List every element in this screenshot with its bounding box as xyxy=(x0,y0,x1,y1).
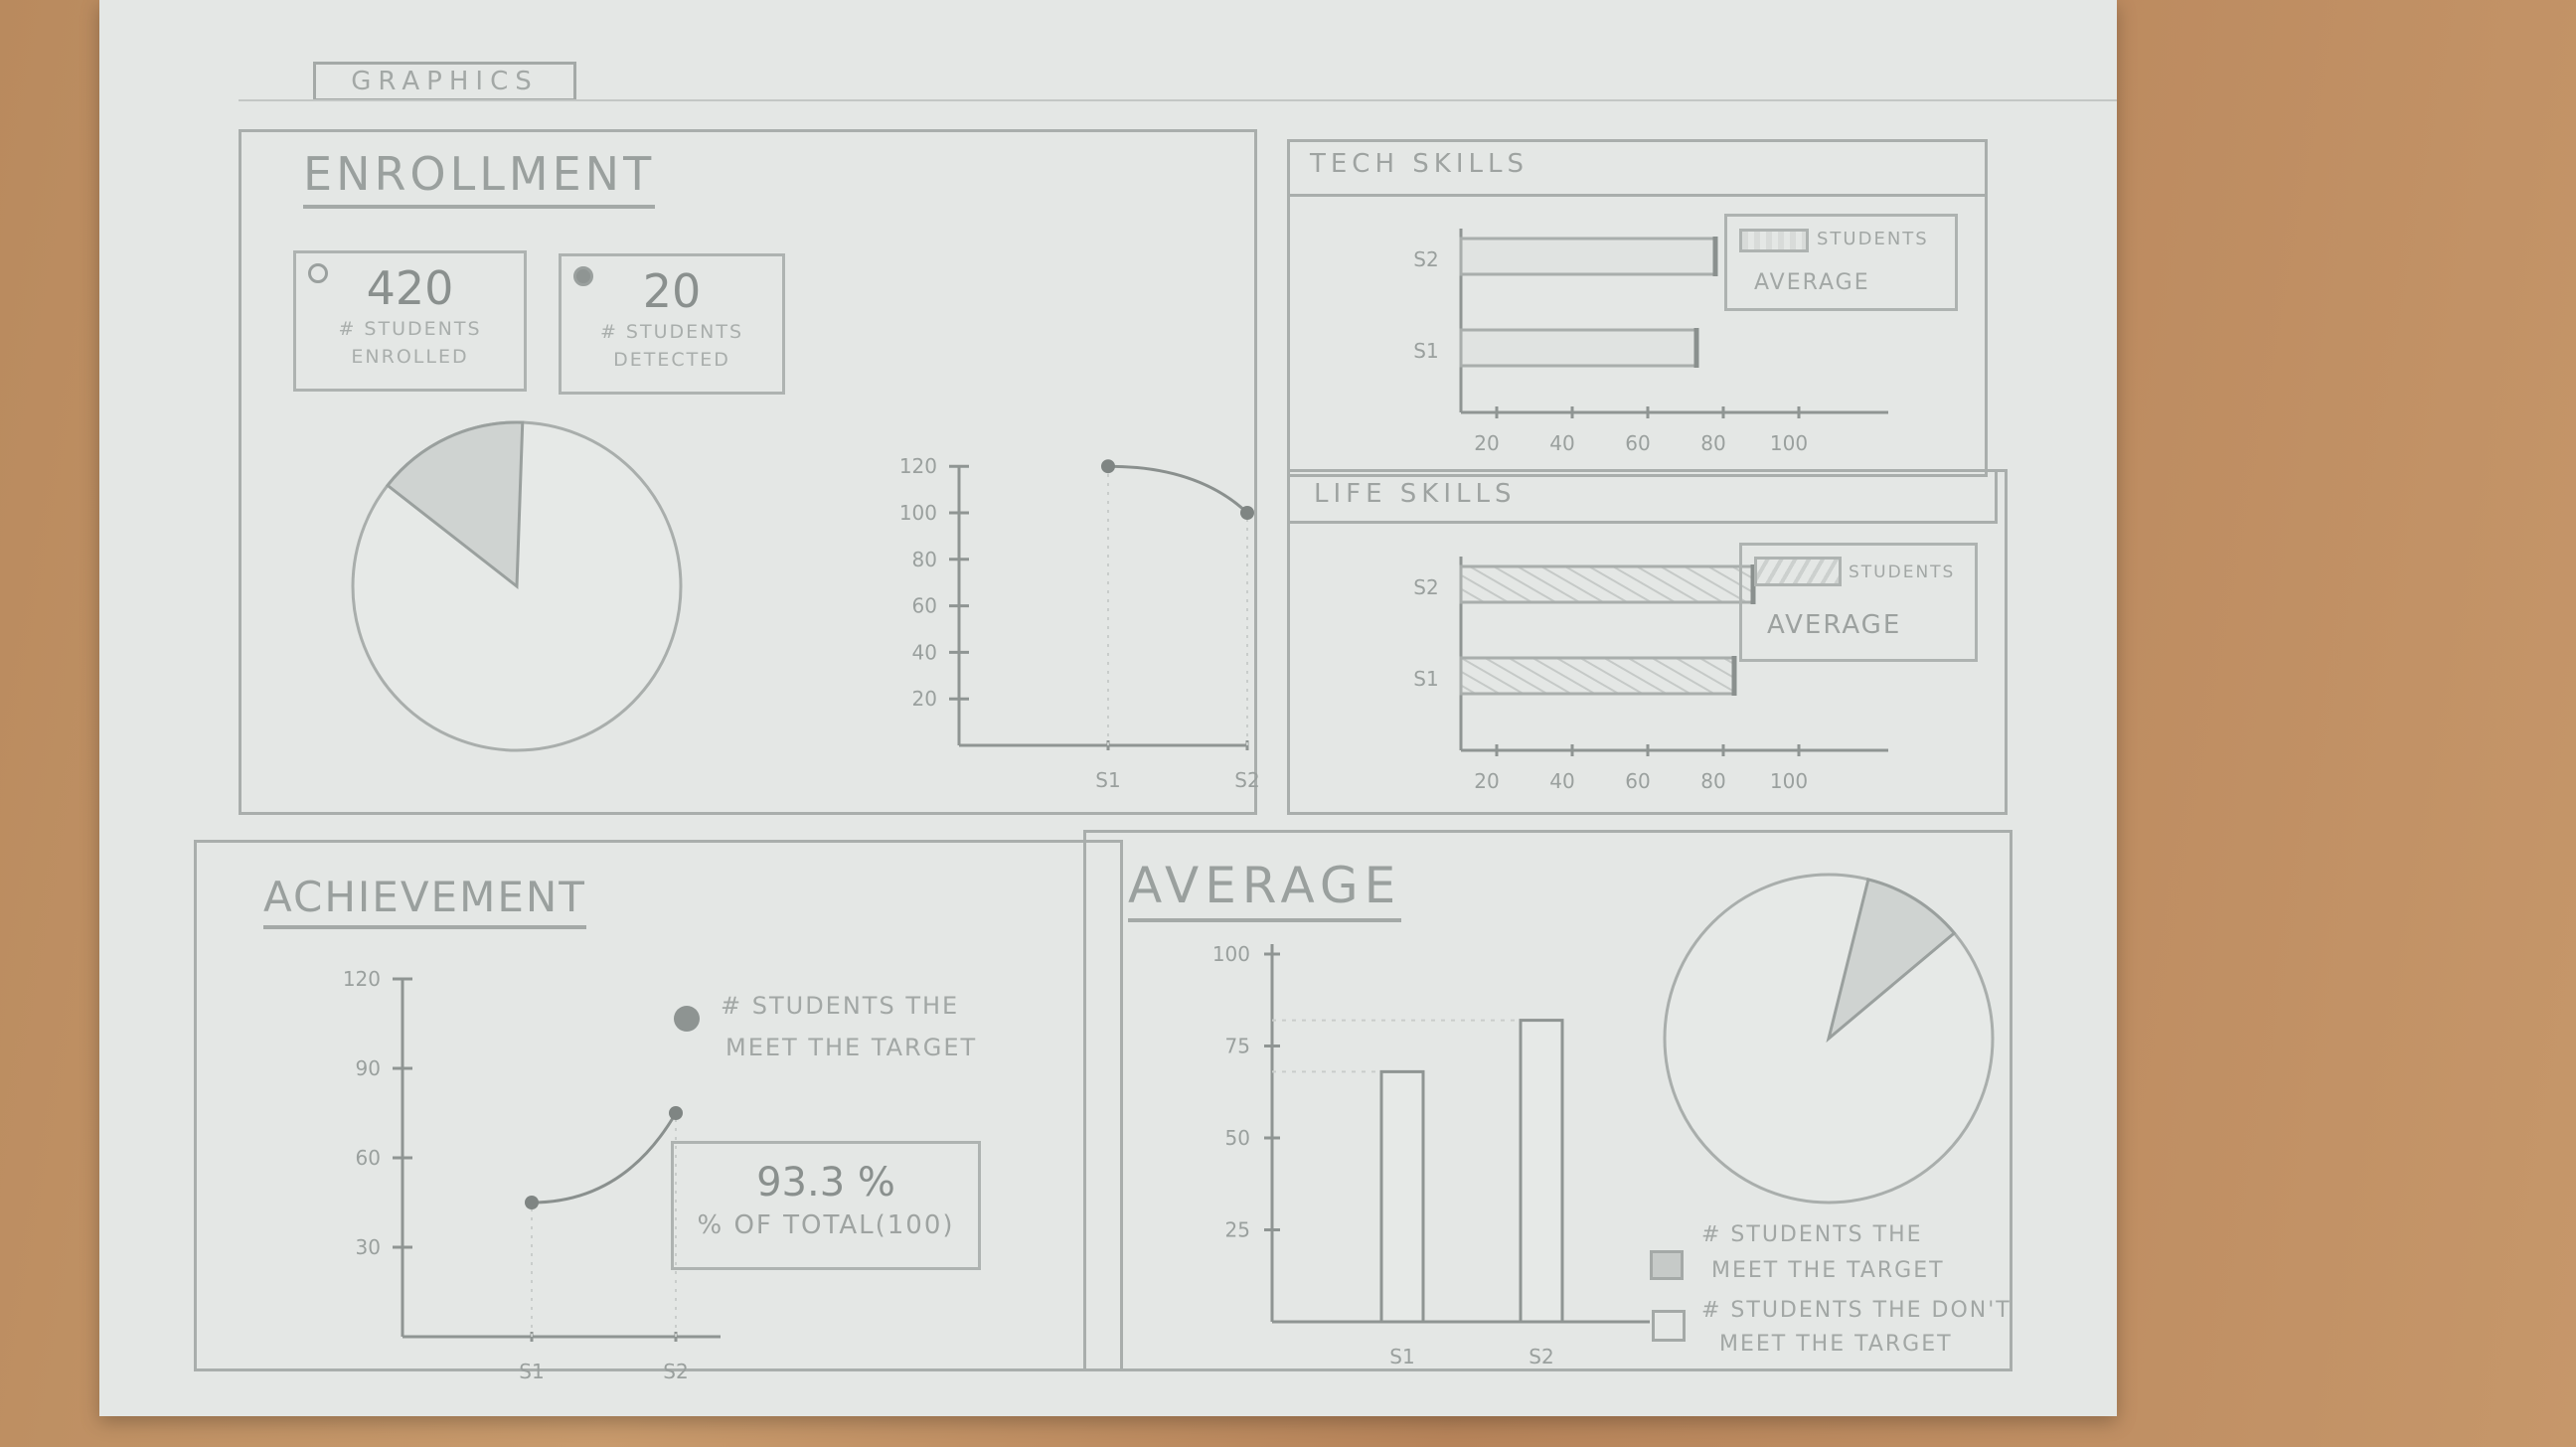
tech-bar-bar xyxy=(1459,328,1698,368)
life-bar-bar xyxy=(1459,564,1755,604)
avg-bar-x-tick-label: S2 xyxy=(1529,1345,1553,1368)
enrollment-line-x-tick-label: S2 xyxy=(1234,768,1259,792)
enrollment-line-point xyxy=(1240,506,1254,520)
life-legend-label-2: AVERAGE xyxy=(1767,610,1902,640)
avg-bar-y-tick-label: 25 xyxy=(1225,1218,1250,1242)
achievement-line-y-tick-label: 120 xyxy=(343,967,381,991)
enrollment-line-y-tick-label: 80 xyxy=(912,548,937,571)
legend-meet-label-2: MEET THE TARGET xyxy=(1711,1258,1945,1283)
achievement-line-y-tick-label: 60 xyxy=(356,1146,381,1170)
average-pie-chart xyxy=(1663,873,1995,1205)
achievement-line-y-tick-label: 30 xyxy=(356,1235,381,1259)
achievement-line-line xyxy=(531,1112,678,1205)
tech-skills-title: TECH SKILLS xyxy=(1310,149,1529,179)
tech-bar-bar xyxy=(1459,237,1717,276)
achievement-percent-value: 93.3 % xyxy=(756,1160,895,1206)
tech-legend-label-1: STUDENTS xyxy=(1817,229,1929,249)
enrollment-line-point xyxy=(1101,459,1115,474)
enrollment-line-y-tick-label: 60 xyxy=(912,594,937,618)
life-legend-swatch xyxy=(1754,557,1842,586)
avg-bar-x-tick-label: S1 xyxy=(1389,1345,1414,1368)
average-bar-chart: 100 75 50 25 S1 S2 xyxy=(1212,942,1650,1368)
life-bar-x-tick-label: 40 xyxy=(1549,769,1574,793)
avg-bar-y-tick-label: 100 xyxy=(1212,942,1250,966)
graphics-label: GRAPHICS xyxy=(313,62,576,101)
achievement-line-y-tick-label: 90 xyxy=(356,1056,381,1080)
average-title: AVERAGE xyxy=(1128,857,1402,922)
life-bar-y-tick-label: S1 xyxy=(1413,667,1438,691)
legend-not-meet-swatch xyxy=(1652,1310,1686,1342)
paper-sheet: GRAPHICS ENROLLMENT 420 # STUDENTS ENROL… xyxy=(99,0,2117,1416)
achievement-line-point xyxy=(525,1196,539,1209)
achievement-line-point xyxy=(669,1106,683,1120)
life-bar-x-tick-label: 100 xyxy=(1770,769,1808,793)
enrollment-line-y-tick-label: 100 xyxy=(899,501,937,525)
achievement-legend-dot-icon xyxy=(674,1006,700,1032)
life-bar-bar xyxy=(1459,656,1736,696)
top-divider xyxy=(239,99,2117,101)
tech-bar-y-tick-label: S1 xyxy=(1413,339,1438,363)
enrollment-line-chart: 120 100 80 60 40 20 S1 S2 xyxy=(899,454,1260,792)
kpi-detected-label-2: DETECTED xyxy=(613,349,730,371)
kpi-enrolled-label-1: # STUDENTS xyxy=(338,318,482,340)
achievement-legend-label-1: # STUDENTS THE xyxy=(721,992,960,1020)
achievement-line-x-tick-label: S1 xyxy=(519,1360,544,1383)
avg-bar-y-tick-label: 50 xyxy=(1225,1126,1250,1150)
achievement-title: ACHIEVEMENT xyxy=(263,873,586,929)
legend-not-meet-label-1: # STUDENTS THE DON'T xyxy=(1701,1298,2012,1323)
achievement-legend-label-2: MEET THE TARGET xyxy=(725,1034,978,1061)
achievement-line-x-tick-label: S2 xyxy=(663,1360,688,1383)
legend-not-meet-label-2: MEET THE TARGET xyxy=(1719,1332,1953,1357)
kpi-students-enrolled: 420 # STUDENTS ENROLLED xyxy=(293,250,527,392)
avg-bar xyxy=(1519,1019,1564,1324)
achievement-percent-label: % OF TOTAL(100) xyxy=(697,1210,955,1240)
life-bar-x-tick-label: 20 xyxy=(1474,769,1499,793)
kpi-detected-value: 20 xyxy=(642,264,702,318)
tech-bar-x-tick-label: 100 xyxy=(1770,431,1808,455)
enrollment-title: ENROLLMENT xyxy=(303,147,656,209)
kpi-dot-filled-icon xyxy=(573,266,593,286)
enrollment-line-y-tick-label: 40 xyxy=(912,640,937,664)
life-bar-y-tick-label: S2 xyxy=(1413,575,1438,599)
avg-bar-y-tick-label: 75 xyxy=(1225,1035,1250,1058)
legend-meet-label-1: # STUDENTS THE xyxy=(1701,1222,1923,1247)
tech-bar-x-tick-label: 20 xyxy=(1474,431,1499,455)
enrollment-line-line xyxy=(1107,464,1249,515)
kpi-enrolled-label-2: ENROLLED xyxy=(351,346,469,368)
achievement-percent-card: 93.3 % % OF TOTAL(100) xyxy=(671,1141,981,1270)
tech-legend-swatch xyxy=(1739,229,1809,252)
avg-bar xyxy=(1379,1069,1425,1324)
life-skills-title: LIFE SKILLS xyxy=(1314,479,1517,509)
life-bar-x-tick-label: 80 xyxy=(1700,769,1725,793)
tech-bar-x-tick-label: 60 xyxy=(1625,431,1650,455)
enrollment-line-y-tick-label: 20 xyxy=(912,687,937,711)
kpi-enrolled-value: 420 xyxy=(366,261,454,315)
enrollment-pie-chart xyxy=(351,420,683,752)
enrollment-line-x-tick-label: S1 xyxy=(1095,768,1120,792)
kpi-students-detected: 20 # STUDENTS DETECTED xyxy=(559,253,785,395)
kpi-detected-label-1: # STUDENTS xyxy=(599,321,744,343)
enrollment-line-y-tick-label: 120 xyxy=(899,454,937,478)
tech-bar-x-tick-label: 80 xyxy=(1700,431,1725,455)
tech-bar-y-tick-label: S2 xyxy=(1413,247,1438,271)
legend-meet-swatch xyxy=(1650,1250,1684,1280)
tech-bar-x-tick-label: 40 xyxy=(1549,431,1574,455)
kpi-dot-icon xyxy=(308,263,328,283)
tech-legend-label-2: AVERAGE xyxy=(1754,270,1870,295)
life-bar-x-tick-label: 60 xyxy=(1625,769,1650,793)
life-legend-label-1: STUDENTS xyxy=(1849,563,1956,582)
